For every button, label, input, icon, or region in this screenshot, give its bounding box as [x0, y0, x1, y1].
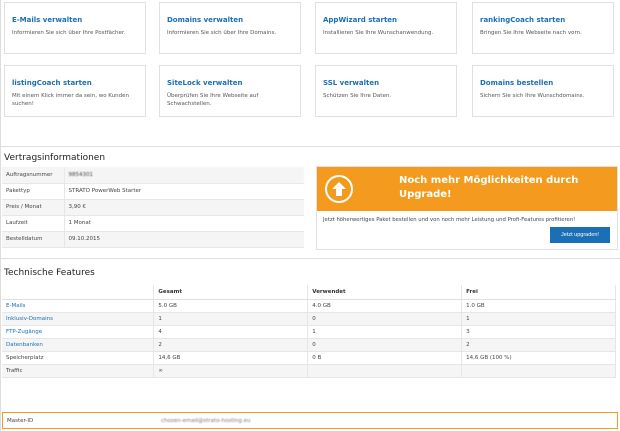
card-sitelock[interactable]: SiteLock verwalten Überprüfen Sie Ihre W… [159, 65, 301, 117]
cell-gesamt: ∞ [153, 364, 309, 378]
cell-frei: 14,6 GB (100 %) [461, 351, 616, 365]
table-header-row: Gesamt Verwendet Frei [2, 285, 616, 300]
column-header: Frei [461, 285, 616, 300]
card-ssl[interactable]: SSL verwalten Schützen Sie Ihre Daten. [315, 65, 457, 117]
column-header: Verwendet [307, 285, 463, 300]
cell-verwendet: 1 [307, 325, 463, 339]
card-description: Informieren Sie sich über Ihre Postfäche… [12, 30, 126, 36]
cell-frei [461, 364, 616, 378]
card-title[interactable]: SiteLock verwalten [167, 79, 294, 87]
table-row: E-Mails 5.0 GB 4.0 GB 1.0 GB [2, 299, 616, 313]
table-row: Bestelldatum 09.10.2015 [2, 231, 304, 248]
left-border [0, 0, 1, 431]
table-row: FTP-Zugänge 4 1 3 [2, 325, 616, 339]
row-label: Bestelldatum [2, 231, 65, 248]
feature-link-datenbanken[interactable]: Datenbanken [2, 338, 155, 352]
cell-frei: 3 [461, 325, 616, 339]
section-title-features: Technische Features [4, 268, 95, 278]
card-description: Überprüfen Sie Ihre Webseite auf Schwach… [167, 93, 259, 107]
card-listingcoach[interactable]: listingCoach starten Mit einem Klick imm… [4, 65, 146, 117]
table-row: Speicherplatz 14,6 GB 0 B 14,6 GB (100 %… [2, 351, 616, 365]
upgrade-button[interactable]: Jetzt upgraden! [550, 227, 610, 243]
divider [0, 146, 620, 147]
divider [0, 258, 620, 259]
row-label: Laufzeit [2, 215, 65, 232]
arrow-up-circle-icon [325, 175, 353, 203]
card-description: Sichern Sie sich Ihre Wunschdomains. [480, 93, 585, 99]
card-rankingcoach[interactable]: rankingCoach starten Bringen Sie Ihre We… [472, 2, 614, 54]
cell-frei: 1 [461, 312, 616, 326]
table-row: Pakettyp STRATO PowerWeb Starter [2, 183, 304, 200]
feature-link-emails[interactable]: E-Mails [2, 299, 155, 313]
feature-link-domains[interactable]: Inklusiv-Domains [2, 312, 155, 326]
upgrade-panel: Noch mehr Möglichkeiten durch Upgrade! J… [316, 166, 618, 250]
row-label: Preis / Monat [2, 199, 65, 216]
feature-label: Speicherplatz [2, 351, 155, 365]
column-header: Gesamt [153, 285, 309, 300]
table-row: Datenbanken 2 0 2 [2, 338, 616, 352]
table-row: Laufzeit 1 Monat [2, 215, 304, 232]
cell-verwendet: 4.0 GB [307, 299, 463, 313]
cell-gesamt: 5.0 GB [153, 299, 309, 313]
card-description: Bringen Sie Ihre Webseite nach vorn. [480, 30, 582, 36]
card-description: Schützen Sie Ihre Daten. [323, 93, 392, 99]
card-domains-bestellen[interactable]: Domains bestellen Sichern Sie sich Ihre … [472, 65, 614, 117]
card-title[interactable]: Domains bestellen [480, 79, 607, 87]
card-title[interactable]: rankingCoach starten [480, 16, 607, 24]
cell-verwendet: 0 [307, 312, 463, 326]
row-label: Pakettyp [2, 183, 65, 200]
row-value: 09.10.2015 [64, 231, 304, 248]
row-label: Auftragsnummer [2, 167, 65, 184]
section-title-vertrag: Vertragsinformationen [4, 153, 106, 163]
cell-verwendet [307, 364, 463, 378]
table-row: Auftragsnummer 9854301 [2, 167, 304, 184]
card-title[interactable]: SSL verwalten [323, 79, 450, 87]
contract-table: Auftragsnummer 9854301 Pakettyp STRATO P… [2, 167, 304, 248]
card-description: Mit einem Klick immer da sein, wo Kunden… [12, 93, 129, 107]
cell-gesamt: 1 [153, 312, 309, 326]
card-title[interactable]: listingCoach starten [12, 79, 139, 87]
features-table: Gesamt Verwendet Frei E-Mails 5.0 GB 4.0… [2, 285, 616, 378]
cell-verwendet: 0 [307, 338, 463, 352]
feature-label: Traffic [2, 364, 155, 378]
card-title[interactable]: Domains verwalten [167, 16, 294, 24]
card-title[interactable]: AppWizard starten [323, 16, 450, 24]
cell-frei: 1.0 GB [461, 299, 616, 313]
cell-gesamt: 2 [153, 338, 309, 352]
card-appwizard[interactable]: AppWizard starten Installieren Sie Ihre … [315, 2, 457, 54]
column-header [2, 285, 155, 300]
cell-gesamt: 14,6 GB [153, 351, 309, 365]
feature-link-ftp[interactable]: FTP-Zugänge [2, 325, 155, 339]
master-id-row: Master-ID chosen-email@strato-hosting.eu [2, 412, 618, 429]
card-description: Informieren Sie sich über Ihre Domains. [167, 30, 277, 36]
table-row: Traffic ∞ [2, 364, 616, 378]
card-emails[interactable]: E-Mails verwalten Informieren Sie sich ü… [4, 2, 146, 54]
upgrade-title: Noch mehr Möglichkeiten durch Upgrade! [399, 175, 579, 200]
table-row: Inklusiv-Domains 1 0 1 [2, 312, 616, 326]
card-domains[interactable]: Domains verwalten Informieren Sie sich ü… [159, 2, 301, 54]
upgrade-banner: Noch mehr Möglichkeiten durch Upgrade! [317, 167, 617, 211]
card-description: Installieren Sie Ihre Wunschanwendung. [323, 30, 434, 36]
row-value: 3,90 € [64, 199, 304, 216]
row-value: STRATO PowerWeb Starter [64, 183, 304, 200]
card-title[interactable]: E-Mails verwalten [12, 16, 139, 24]
master-id-value: chosen-email@strato-hosting.eu [161, 418, 251, 424]
row-value: 9854301 [64, 167, 304, 184]
row-value: 1 Monat [64, 215, 304, 232]
table-row: Preis / Monat 3,90 € [2, 199, 304, 216]
cell-verwendet: 0 B [307, 351, 463, 365]
cell-gesamt: 4 [153, 325, 309, 339]
upgrade-description: Jetzt höherwertiges Paket bestellen und … [323, 217, 576, 223]
cell-frei: 2 [461, 338, 616, 352]
master-id-label: Master-ID [7, 418, 34, 424]
